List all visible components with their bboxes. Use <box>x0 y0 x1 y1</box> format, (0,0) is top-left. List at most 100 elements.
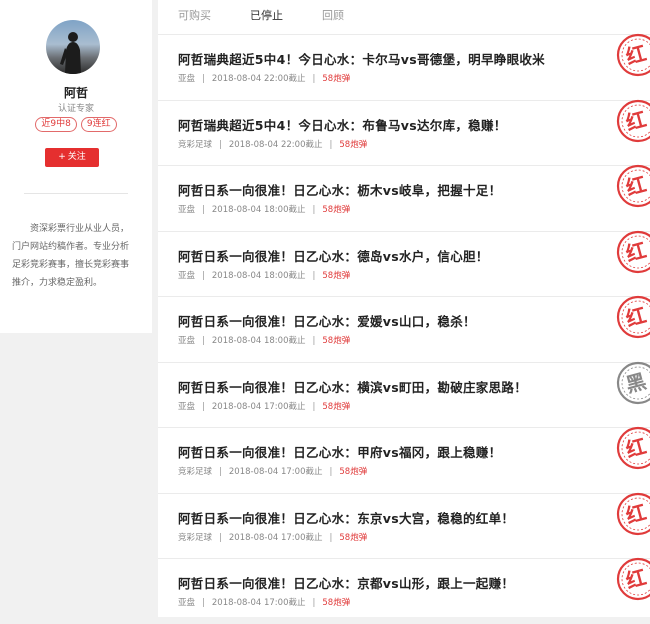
red-result-stamp: 红 <box>616 230 650 273</box>
list-item[interactable]: 阿哲日系一向很准！日乙心水：德岛vs水户，信心胆！ 亚盘 | 2018-08-04 1… <box>158 230 650 297</box>
list-item[interactable]: 阿哲日系一向很准！日乙心水：甲府vs福冈，跟上稳赚！ 竞彩足球 | 2018-08-0… <box>158 426 650 493</box>
item-count: 58炮弹 <box>322 205 351 215</box>
stamp-text: 黑 <box>623 368 649 396</box>
separator: | <box>219 532 222 543</box>
list-item[interactable]: 阿哲日系一向很准！日乙心水：爱媛vs山口，稳杀！ 亚盘 | 2018-08-04 18… <box>158 295 650 362</box>
separator: | <box>312 336 316 346</box>
follow-button[interactable]: + 关注 <box>45 148 99 167</box>
separator: | <box>219 467 222 477</box>
profile-bio: 资深彩票行业从业人员，门户网站约稿作者。专业分析足彩竞彩赛事，擅长竞彩赛事推介，… <box>12 224 130 288</box>
separator: | <box>312 401 316 412</box>
item-count: 58炮弹 <box>339 467 368 477</box>
item-meta: 亚盘 | 2018-08-04 18:00截止 | 58炮弹 <box>178 203 350 215</box>
item-title[interactable]: 阿哲瑞典超近5中4！今日心水：布鲁马vs达尔库，稳赚！ <box>178 115 507 134</box>
item-deadline: 2018-08-04 22:00截止 <box>211 74 306 84</box>
item-count: 58炮弹 <box>339 139 368 150</box>
item-count: 58炮弹 <box>322 74 351 84</box>
list-item[interactable]: 阿哲瑞典超近5中4！今日心水：卡尔马vs哥德堡，明早睁眼收米亚盘 | 2018-08… <box>158 33 650 100</box>
item-deadline: 2018-08-04 18:00截止 <box>211 336 306 346</box>
red-result-stamp: 红 <box>616 492 650 535</box>
item-deadline: 2018-08-04 18:00截止 <box>211 205 306 215</box>
item-meta: 竞彩足球 | 2018-08-04 22:00截止 | 58炮弹 <box>178 138 367 150</box>
item-count: 58炮弹 <box>339 532 368 543</box>
item-title[interactable]: 阿哲瑞典超近5中4！今日心水：卡尔马vs哥德堡，明早睁眼收米 <box>178 49 545 68</box>
profile-cert: 认证专家 <box>57 104 94 114</box>
tab-purchasable[interactable]: 可购买 <box>178 7 211 23</box>
item-category: 亚盘 <box>178 336 196 346</box>
streak-badge: 9连红 <box>80 117 117 132</box>
red-result-stamp: 红 <box>616 33 650 77</box>
separator: | <box>312 74 316 84</box>
separator: | <box>329 532 333 543</box>
item-title[interactable]: 阿哲日系一向很准！日乙心水：甲府vs福冈，跟上稳赚！ <box>178 442 501 461</box>
separator: | <box>202 401 205 412</box>
item-meta: 亚盘 | 2018-08-04 17:00截止 | 58炮弹 <box>178 596 350 608</box>
item-category: 亚盘 <box>178 74 196 84</box>
item-meta: 亚盘 | 2018-08-04 18:00截止 | 58炮弹 <box>178 334 350 346</box>
separator: | <box>219 139 222 150</box>
item-title[interactable]: 阿哲日系一向很准！日乙心水：枥木vs岐阜，把握十足！ <box>178 180 501 199</box>
item-deadline: 2018-08-04 18:00截止 <box>211 270 306 281</box>
red-result-stamp: 红 <box>616 426 650 470</box>
list-item[interactable]: 阿哲日系一向很准！日乙心水：横滨vs町田，勘破庄家思路！ 亚盘 | 2018-08-0… <box>158 361 650 428</box>
separator: | <box>202 336 205 346</box>
separator: | <box>312 270 316 281</box>
separator: | <box>329 139 333 150</box>
item-category: 亚盘 <box>178 401 196 412</box>
item-meta: 亚盘 | 2018-08-04 17:00截止 | 58炮弹 <box>178 400 350 412</box>
item-category: 亚盘 <box>178 270 196 281</box>
item-category: 竞彩足球 <box>178 532 213 543</box>
stamp-text: 红 <box>623 106 649 134</box>
item-deadline: 2018-08-04 17:00截止 <box>211 401 306 412</box>
stamp-text: 红 <box>623 499 649 527</box>
record-badge: 近9中8 <box>35 117 77 132</box>
red-result-stamp: 红 <box>616 99 650 142</box>
plus-icon: + <box>58 152 66 162</box>
list-item[interactable]: 阿哲瑞典超近5中4！今日心水：布鲁马vs达尔库，稳赚！ 竞彩足球 | 2018-08-… <box>158 99 650 166</box>
avatar[interactable] <box>46 20 100 74</box>
main-panel: 可购买 已停止 回顾 阿哲瑞典超近5中4！今日心水：卡尔马vs哥德堡，明早睁眼收… <box>158 0 650 617</box>
item-title[interactable]: 阿哲日系一向很准！日乙心水：京都vs山形，跟上一起赚！ <box>178 573 514 592</box>
list-item[interactable]: 阿哲日系一向很准！日乙心水：京都vs山形，跟上一起赚！ 亚盘 | 2018-08-04… <box>158 557 650 624</box>
tab-stopped[interactable]: 已停止 <box>250 7 283 23</box>
separator: | <box>202 205 205 215</box>
separator: | <box>202 74 205 84</box>
tab-bar: 可购买 已停止 回顾 <box>158 0 650 32</box>
separator: | <box>202 598 205 608</box>
item-count: 58炮弹 <box>322 270 351 281</box>
item-meta: 竞彩足球 | 2018-08-04 17:00截止 | 58炮弹 <box>178 531 367 543</box>
red-result-stamp: 红 <box>616 164 650 208</box>
item-title[interactable]: 阿哲日系一向很准！日乙心水：爱媛vs山口，稳杀！ <box>178 311 476 330</box>
separator: | <box>329 467 333 477</box>
item-title[interactable]: 阿哲日系一向很准！日乙心水：横滨vs町田，勘破庄家思路！ <box>178 377 527 396</box>
item-category: 竞彩足球 <box>178 467 213 477</box>
divider <box>24 193 128 194</box>
profile-badges: 近9中8 9连红 <box>0 117 152 132</box>
black-result-stamp: 黑 <box>616 361 650 404</box>
item-title[interactable]: 阿哲日系一向很准！日乙心水：东京vs大宫，稳稳的红单！ <box>178 508 514 527</box>
item-deadline: 2018-08-04 17:00截止 <box>228 532 323 543</box>
list-item[interactable]: 阿哲日系一向很准！日乙心水：枥木vs岐阜，把握十足！ 亚盘 | 2018-08-04 … <box>158 164 650 231</box>
item-count: 58炮弹 <box>322 598 351 608</box>
item-meta: 竞彩足球 | 2018-08-04 17:00截止 | 58炮弹 <box>178 465 367 477</box>
list-item[interactable]: 阿哲日系一向很准！日乙心水：东京vs大宫，稳稳的红单！ 竞彩足球 | 2018-08-… <box>158 492 650 559</box>
stamp-text: 红 <box>623 303 649 331</box>
profile-name: 阿哲 <box>63 86 88 100</box>
separator: | <box>312 205 316 215</box>
article-list: 阿哲瑞典超近5中4！今日心水：卡尔马vs哥德堡，明早睁眼收米亚盘 | 2018-08… <box>158 33 650 624</box>
avatar-silhouette <box>60 32 81 74</box>
item-deadline: 2018-08-04 17:00截止 <box>211 598 306 608</box>
tab-review[interactable]: 回顾 <box>322 7 344 23</box>
item-deadline: 2018-08-04 22:00截止 <box>228 139 323 150</box>
red-result-stamp: 红 <box>616 295 650 339</box>
item-category: 竞彩足球 <box>178 139 213 150</box>
item-count: 58炮弹 <box>322 401 351 412</box>
item-meta: 亚盘 | 2018-08-04 18:00截止 | 58炮弹 <box>178 269 350 281</box>
item-title[interactable]: 阿哲日系一向很准！日乙心水：德岛vs水户，信心胆！ <box>178 246 489 265</box>
item-meta: 亚盘 | 2018-08-04 22:00截止 | 58炮弹 <box>178 72 350 84</box>
item-deadline: 2018-08-04 17:00截止 <box>228 467 323 477</box>
stamp-text: 红 <box>623 565 649 593</box>
stamp-text: 红 <box>623 237 649 265</box>
separator: | <box>312 598 316 608</box>
stamp-text: 红 <box>623 172 649 200</box>
